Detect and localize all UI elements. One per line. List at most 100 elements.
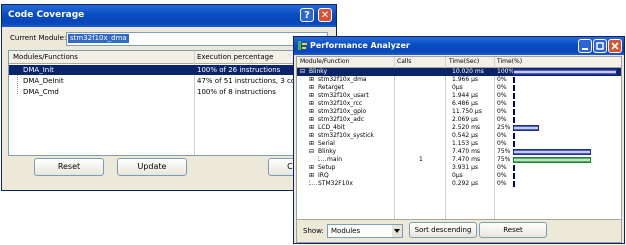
time-bar <box>513 181 515 187</box>
perf-row-name: STM32F10x <box>318 180 353 187</box>
expander-icon[interactable]: ⊞ <box>309 172 314 180</box>
expander-icon[interactable]: ⊟ <box>309 148 314 156</box>
column-header-time-pct[interactable]: Time(%) <box>497 58 522 65</box>
time-bar <box>513 173 515 179</box>
expander-icon[interactable]: ⊞ <box>309 108 314 116</box>
close-button[interactable]: ✕ <box>318 8 332 22</box>
time-bar <box>513 77 515 83</box>
perf-row-name: stm32f10x_systick <box>318 132 374 139</box>
maximize-icon[interactable] <box>593 39 607 53</box>
coverage-row-name: DMA_Init <box>23 66 54 74</box>
perf-row-name: Retarget <box>318 84 344 91</box>
perf-row-pct: 0% <box>497 92 507 99</box>
perf-row[interactable]: ⊟ Blinky 7.470 ms 75% <box>297 148 621 156</box>
help-button[interactable]: ? <box>300 8 314 22</box>
expander-icon[interactable]: ⊞ <box>309 92 314 100</box>
current-module-select[interactable]: stm32f10x_dma <box>66 32 328 46</box>
perf-row[interactable]: ⊞ Serial 1.153 µs 0% <box>297 140 621 148</box>
expander-icon[interactable]: ⊟ <box>300 68 305 76</box>
perf-row-name: Blinky <box>309 68 328 75</box>
time-bar <box>513 109 515 115</box>
perf-row-time: 0µs <box>452 172 463 179</box>
perf-row[interactable]: ⊞ stm32f10x_dma 1.966 µs 0% <box>297 76 621 84</box>
coverage-list-header: Modules/Functions Execution percentage <box>9 51 329 64</box>
perf-row[interactable]: ⊟ Blinky 10.020 ms 100% <box>297 68 621 76</box>
reset-button[interactable]: Reset <box>34 158 104 176</box>
expander-icon[interactable]: ⊞ <box>309 84 314 92</box>
analyzer-icon <box>298 41 307 50</box>
chevron-down-icon[interactable] <box>392 225 402 237</box>
time-bar <box>513 165 515 171</box>
expander-icon[interactable]: ⊞ <box>309 164 314 172</box>
column-header-execution[interactable]: Execution percentage <box>197 53 273 61</box>
time-bar <box>513 125 539 131</box>
code-coverage-titlebar[interactable]: Code Coverage ? ✕ <box>2 5 336 27</box>
coverage-row-name: DMA_DeInit <box>23 77 64 85</box>
perf-row[interactable]: ⊞ Setup 3.931 µs 0% <box>297 164 621 172</box>
perf-row[interactable]: ⊞ stm32f10x_adc 2.069 µs 0% <box>297 116 621 124</box>
code-coverage-window: Code Coverage ? ✕ Current Module: stm32f… <box>1 4 337 191</box>
perf-row-pct: 75% <box>497 148 511 155</box>
performance-analyzer-window: Performance Analyzer Module/Function Cal… <box>293 36 625 244</box>
tree-branch-icon <box>318 156 326 161</box>
performance-analyzer-titlebar[interactable]: Performance Analyzer <box>294 37 624 55</box>
expander-icon[interactable]: ⊞ <box>309 116 314 124</box>
perf-row-time: 7.470 ms <box>452 148 481 155</box>
column-header-module[interactable]: Module/Function <box>300 58 349 65</box>
update-button[interactable]: Update <box>117 158 187 176</box>
reset-analyzer-button[interactable]: Reset <box>479 222 547 238</box>
coverage-row-value: 100% of 26 instructions <box>197 66 281 74</box>
time-bar <box>513 85 515 91</box>
perf-row-time: 0.542 µs <box>452 132 479 139</box>
perf-row[interactable]: ⊞ stm32f10x_systick 0.542 µs 0% <box>297 132 621 140</box>
perf-row[interactable]: ⊞ IRQ 0µs 0% <box>297 172 621 180</box>
sort-descending-button[interactable]: Sort descending <box>409 222 477 238</box>
time-bar <box>513 157 591 163</box>
perf-row[interactable]: ⊞ stm32f10x_gpio 11.750 µs 0% <box>297 108 621 116</box>
perf-row-time: 0µs <box>452 84 463 91</box>
coverage-row[interactable]: DMA_Init 100% of 26 instructions <box>9 65 329 75</box>
perf-row[interactable]: ⊞ stm32f10x_rcc 6.486 µs 0% <box>297 100 621 108</box>
perf-row-time: 7.470 ms <box>452 156 481 163</box>
expander-icon[interactable]: ⊞ <box>309 124 314 132</box>
expander-icon[interactable]: ⊞ <box>309 140 314 148</box>
perf-row-pct: 0% <box>497 140 507 147</box>
perf-row-name: Serial <box>318 140 335 147</box>
tree-branch-icon <box>309 180 317 185</box>
perf-row-time: 2.520 ms <box>452 124 481 131</box>
column-header-time-sec[interactable]: Time(Sec) <box>449 58 479 65</box>
perf-row-pct: 0% <box>497 172 507 179</box>
perf-row-name: stm32f10x_adc <box>318 116 365 123</box>
perf-row-name: main <box>327 156 342 163</box>
close-icon[interactable] <box>608 39 622 53</box>
perf-row-time: 1.153 µs <box>452 140 479 147</box>
perf-row[interactable]: ⊞ LCD_4bit 2.520 ms 25% <box>297 124 621 132</box>
perf-row[interactable]: ⊞ stm32f10x_usart 1.944 µs 0% <box>297 92 621 100</box>
minimize-icon[interactable] <box>578 39 592 53</box>
code-coverage-title: Code Coverage <box>8 10 85 20</box>
perf-row-time: 11.750 µs <box>452 108 482 115</box>
column-header-modules[interactable]: Modules/Functions <box>13 53 78 61</box>
coverage-row[interactable]: DMA_DeInit 47% of 51 instructions, 3 con… <box>9 76 329 86</box>
perf-row-pct: 0% <box>497 132 507 139</box>
perf-row[interactable]: ⊞ Retarget 0µs 0% <box>297 84 621 92</box>
show-select-value: Modules <box>331 227 361 235</box>
perf-row-name: LCD_4bit <box>318 124 345 131</box>
show-select[interactable]: Modules <box>327 224 403 238</box>
current-module-label: Current Module: <box>10 34 67 42</box>
coverage-row[interactable]: DMA_Cmd 100% of 8 instructions <box>9 87 329 97</box>
perf-row-time: 6.486 µs <box>452 100 479 107</box>
expander-icon[interactable]: ⊞ <box>309 132 314 140</box>
perf-row[interactable]: STM32F10x 0.292 µs 0% <box>297 180 621 188</box>
time-bar <box>513 117 515 123</box>
perf-row-pct: 0% <box>497 164 507 171</box>
perf-row-pct: 0% <box>497 100 507 107</box>
perf-row[interactable]: main 1 7.470 ms 75% <box>297 156 621 164</box>
expander-icon[interactable]: ⊞ <box>309 76 314 84</box>
perf-row-time: 3.931 µs <box>452 164 479 171</box>
expander-icon[interactable]: ⊞ <box>309 100 314 108</box>
performance-analyzer-title: Performance Analyzer <box>310 41 410 50</box>
perf-row-name: stm32f10x_dma <box>318 76 367 83</box>
column-header-calls[interactable]: Calls <box>397 58 411 65</box>
performance-footer: Show: Modules Sort descending Reset <box>297 219 621 242</box>
